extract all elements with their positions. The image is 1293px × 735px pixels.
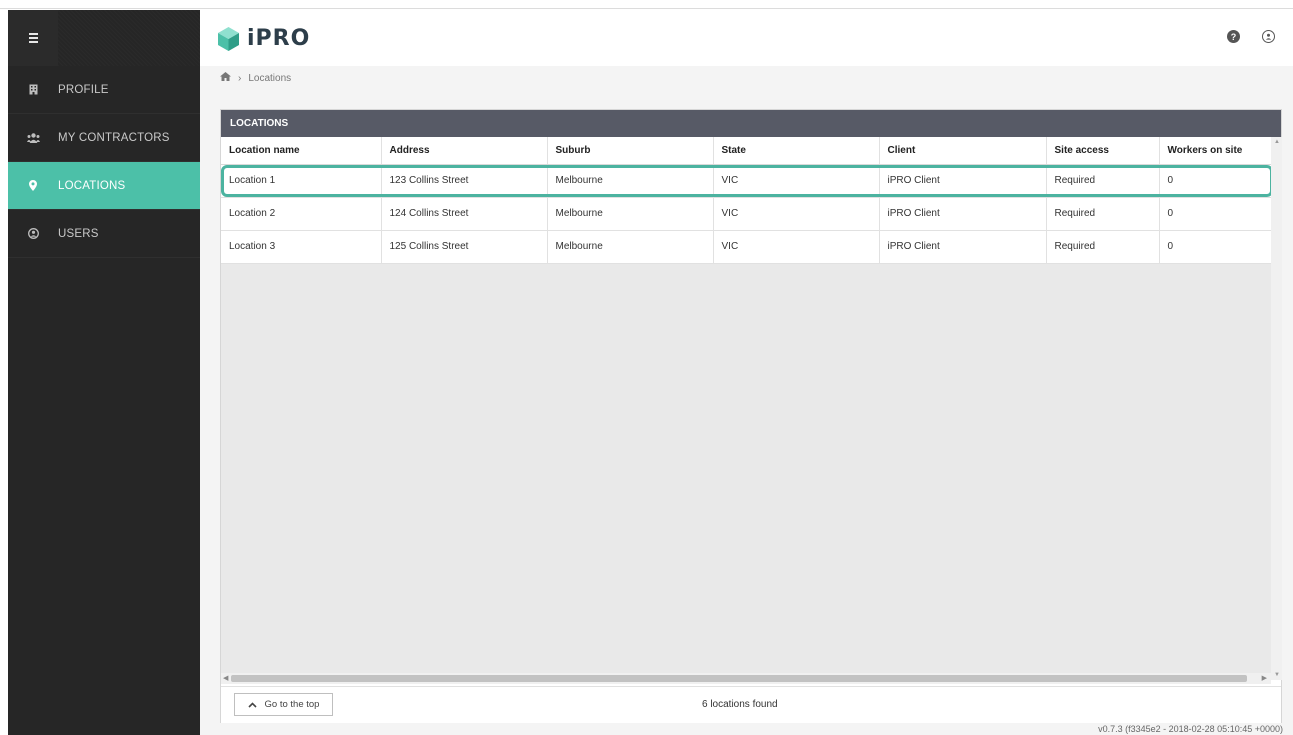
window-top-edge bbox=[0, 0, 1293, 9]
table-row[interactable]: Location 2 124 Collins Street Melbourne … bbox=[221, 197, 1271, 231]
table-row[interactable]: Location 1 123 Collins Street Melbourne … bbox=[221, 164, 1271, 198]
scroll-up-arrow-icon[interactable]: ▲ bbox=[1274, 139, 1280, 145]
column-header-workers-on-site[interactable]: Workers on site bbox=[1159, 137, 1271, 165]
ipro-logo-icon bbox=[218, 26, 239, 51]
locations-panel: LOCATIONS Location name Address Suburb S… bbox=[220, 109, 1282, 723]
breadcrumb: › Locations bbox=[220, 72, 291, 84]
group-icon bbox=[8, 132, 58, 143]
table-row[interactable]: Location 3 125 Collins Street Melbourne … bbox=[221, 230, 1271, 264]
panel-footer: Go to the top 6 locations found bbox=[221, 686, 1281, 723]
cell-workers-on-site: 0 bbox=[1159, 164, 1271, 198]
logo-text: iPRO bbox=[247, 26, 311, 51]
home-icon[interactable] bbox=[220, 72, 231, 84]
column-header-suburb[interactable]: Suburb bbox=[547, 137, 714, 165]
sidebar-item-profile[interactable]: PROFILE bbox=[8, 66, 200, 114]
cell-site-access: Required bbox=[1046, 230, 1160, 264]
results-count: 6 locations found bbox=[702, 699, 778, 710]
go-to-top-button[interactable]: Go to the top bbox=[234, 693, 333, 716]
cell-workers-on-site: 0 bbox=[1159, 197, 1271, 231]
column-header-state[interactable]: State bbox=[713, 137, 880, 165]
sidebar-item-locations[interactable]: LOCATIONS bbox=[8, 162, 200, 210]
cell-suburb: Melbourne bbox=[547, 230, 714, 264]
cell-address: 124 Collins Street bbox=[381, 197, 548, 231]
sidebar-item-my-contractors[interactable]: MY CONTRACTORS bbox=[8, 114, 200, 162]
column-header-address[interactable]: Address bbox=[381, 137, 548, 165]
sidebar-item-label: PROFILE bbox=[58, 83, 109, 96]
sidebar-header bbox=[8, 9, 200, 66]
sidebar-header-pattern bbox=[58, 9, 200, 66]
sidebar-item-label: LOCATIONS bbox=[58, 179, 126, 192]
go-to-top-label: Go to the top bbox=[264, 699, 320, 710]
hamburger-icon bbox=[28, 32, 38, 43]
scroll-left-arrow-icon[interactable]: ◀ bbox=[223, 674, 228, 682]
app-logo[interactable]: iPRO bbox=[218, 26, 310, 51]
scroll-down-arrow-icon[interactable]: ▼ bbox=[1274, 672, 1280, 678]
cell-location-name: Location 2 bbox=[221, 197, 382, 231]
cell-suburb: Melbourne bbox=[547, 197, 714, 231]
cell-site-access: Required bbox=[1046, 164, 1160, 198]
user-circle-icon bbox=[8, 228, 58, 239]
cell-address: 123 Collins Street bbox=[381, 164, 548, 198]
table-header-row: Location name Address Suburb State Clien… bbox=[221, 137, 1271, 165]
cell-site-access: Required bbox=[1046, 197, 1160, 231]
question-circle-icon[interactable]: ? bbox=[1227, 30, 1240, 43]
cell-location-name: Location 1 bbox=[221, 164, 382, 198]
sidebar-item-users[interactable]: USERS bbox=[8, 210, 200, 258]
cell-state: VIC bbox=[713, 197, 880, 231]
locations-table: Location name Address Suburb State Clien… bbox=[221, 137, 1271, 264]
sidebar: PROFILE MY CONTRACTORS LOCATIONS USERS bbox=[8, 9, 200, 735]
cell-client: iPRO Client bbox=[879, 164, 1047, 198]
scroll-right-arrow-icon[interactable]: ▶ bbox=[1262, 674, 1267, 682]
vertical-scrollbar[interactable]: ▲ ▼ bbox=[1271, 137, 1282, 680]
cell-workers-on-site: 0 bbox=[1159, 230, 1271, 264]
panel-title: LOCATIONS bbox=[221, 110, 1281, 137]
column-header-site-access[interactable]: Site access bbox=[1046, 137, 1160, 165]
cell-suburb: Melbourne bbox=[547, 164, 714, 198]
locations-table-viewport: Location name Address Suburb State Clien… bbox=[221, 137, 1271, 680]
horizontal-scrollbar-thumb[interactable] bbox=[231, 675, 1247, 682]
sidebar-item-label: USERS bbox=[58, 227, 99, 240]
top-header: iPRO ? bbox=[200, 10, 1293, 66]
version-info: v0.7.3 (f3345e2 - 2018-02-28 05:10:45 +0… bbox=[1098, 724, 1283, 734]
cell-state: VIC bbox=[713, 230, 880, 264]
cell-client: iPRO Client bbox=[879, 197, 1047, 231]
menu-toggle-button[interactable] bbox=[8, 9, 58, 66]
column-header-location-name[interactable]: Location name bbox=[221, 137, 382, 165]
breadcrumb-separator: › bbox=[238, 72, 242, 84]
sidebar-item-label: MY CONTRACTORS bbox=[58, 131, 170, 144]
user-circle-icon[interactable] bbox=[1262, 30, 1275, 43]
building-icon bbox=[8, 84, 58, 95]
chevron-up-icon bbox=[247, 701, 257, 708]
column-header-client[interactable]: Client bbox=[879, 137, 1047, 165]
cell-client: iPRO Client bbox=[879, 230, 1047, 264]
cell-state: VIC bbox=[713, 164, 880, 198]
breadcrumb-current: Locations bbox=[248, 72, 292, 84]
map-pin-icon bbox=[8, 180, 58, 191]
main-content: › Locations LOCATIONS Location name Addr… bbox=[200, 66, 1293, 735]
horizontal-scrollbar[interactable]: ◀ ▶ bbox=[221, 673, 1271, 684]
cell-address: 125 Collins Street bbox=[381, 230, 548, 264]
cell-location-name: Location 3 bbox=[221, 230, 382, 264]
